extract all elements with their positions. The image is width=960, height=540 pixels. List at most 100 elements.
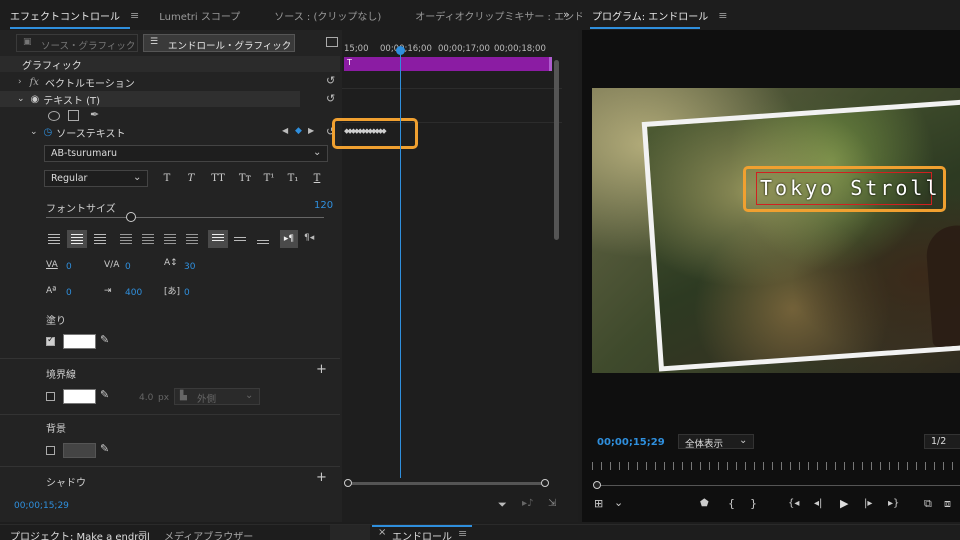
close-icon[interactable]: × [378, 527, 386, 538]
tracking-value[interactable]: 0 [125, 262, 131, 272]
collapse-chevron-icon[interactable]: ⌄ [17, 94, 25, 104]
subtab-source-graphic[interactable]: ▣ ソース・グラフィック [16, 34, 138, 52]
collapse-chevron-icon[interactable]: ⌄ [30, 127, 38, 137]
reset-icon[interactable]: ↺ [326, 92, 335, 105]
underline-button[interactable]: T [308, 173, 326, 184]
graphic-section-header[interactable]: グラフィック [0, 56, 340, 72]
panel-menu-icon[interactable]: ≡ [130, 9, 139, 22]
expand-chevron-icon[interactable]: › [18, 77, 22, 87]
panel-menu-icon[interactable]: ≡ [718, 9, 727, 22]
add-keyframe-icon[interactable]: ◆ [295, 126, 302, 136]
fill-checkbox[interactable] [46, 335, 55, 346]
program-scrub-bar[interactable] [598, 485, 960, 486]
stroke-color-swatch[interactable] [63, 389, 96, 404]
chevron-down-icon[interactable]: ⌄ [614, 496, 623, 509]
all-caps-button[interactable]: TT [206, 173, 230, 184]
insert-icon[interactable]: ⧉ [924, 497, 932, 511]
faux-italic-button[interactable]: T [182, 173, 200, 184]
panel-overflow-icon[interactable]: » [563, 8, 570, 21]
settings-icon[interactable]: ⊞ [594, 497, 603, 510]
eyedropper-icon[interactable]: ✎ [100, 388, 109, 401]
scrub-handle[interactable] [593, 481, 601, 489]
tsume-value[interactable]: 0 [184, 288, 190, 298]
ellipse-mask-icon[interactable] [48, 111, 60, 121]
mark-out-icon[interactable]: } [750, 497, 757, 510]
play-icon[interactable]: ▶ [840, 497, 848, 510]
zoom-dropdown[interactable]: 全体表示 ⌄ [678, 434, 754, 450]
go-to-out-icon[interactable]: ▸} [888, 498, 899, 509]
go-to-in-icon[interactable]: {◂ [788, 498, 799, 509]
subtab-endroll-graphic[interactable]: ☰ エンドロール・グラフィック [143, 34, 295, 52]
fill-color-swatch[interactable] [63, 334, 96, 349]
tab-sequence[interactable]: エンドロール [392, 528, 452, 540]
font-style-dropdown[interactable]: Regular ⌄ [44, 170, 148, 187]
panel-menu-icon[interactable]: ≡ [458, 527, 467, 540]
justify-center-icon[interactable] [142, 234, 154, 244]
resolution-dropdown[interactable]: 1/2 [924, 434, 960, 449]
stroke-width-value[interactable]: 4.0 [139, 393, 153, 403]
rtl-text-icon[interactable]: ¶◂ [304, 233, 314, 243]
rectangle-mask-icon[interactable] [68, 110, 79, 121]
stroke-checkbox[interactable] [46, 392, 55, 401]
filter-icon[interactable]: ⏷ [498, 498, 507, 512]
pen-mask-icon[interactable]: ✒ [90, 108, 99, 121]
mark-in-icon[interactable]: { [728, 497, 735, 510]
tab-media-browser[interactable]: メディアブラウザー [164, 528, 253, 540]
background-color-swatch[interactable] [63, 443, 96, 458]
stroke-position-dropdown[interactable]: ▙ 外側 ⌄ [174, 388, 260, 405]
zoom-bar[interactable] [346, 482, 546, 485]
vector-motion-row[interactable]: › fx ベクトルモーション [0, 74, 340, 90]
step-forward-icon[interactable]: |▸ [864, 498, 872, 509]
stopwatch-icon[interactable]: ◷ [44, 127, 53, 138]
ltr-text-button[interactable]: ▸¶ [280, 230, 298, 248]
vertical-scrollbar[interactable] [554, 60, 559, 240]
program-ruler-ticks[interactable] [592, 462, 960, 470]
tab-source[interactable]: ソース : (クリップなし) [264, 8, 391, 23]
superscript-button[interactable]: T¹ [260, 173, 278, 184]
background-checkbox[interactable] [46, 446, 55, 455]
source-text-row[interactable]: ⌄ ◷ ソーステキスト [0, 124, 300, 140]
justify-right-icon[interactable] [164, 234, 176, 244]
clip-bar[interactable]: T [344, 57, 552, 71]
step-back-icon[interactable]: ◂| [814, 498, 822, 509]
eyedropper-icon[interactable]: ✎ [100, 333, 109, 346]
subscript-button[interactable]: T₁ [284, 173, 302, 184]
font-size-value[interactable]: 120 [314, 200, 333, 211]
program-timecode[interactable]: 00;00;15;29 [597, 437, 665, 448]
tab-width-value[interactable]: 400 [125, 288, 142, 298]
align-bottom-icon[interactable] [257, 240, 269, 246]
faux-bold-button[interactable]: T [158, 173, 176, 184]
panel-layout-icon[interactable] [326, 37, 338, 47]
next-keyframe-icon[interactable]: ▶ [308, 126, 314, 135]
add-marker-icon[interactable]: ⬟ [700, 498, 709, 509]
tab-lumetri-scopes[interactable]: Lumetri スコープ [149, 8, 250, 23]
leading-value[interactable]: 30 [184, 262, 195, 272]
visibility-eye-icon[interactable]: ◉ [31, 94, 40, 105]
align-middle-icon[interactable] [234, 237, 246, 243]
overwrite-icon[interactable]: ⧈ [944, 497, 951, 511]
eyedropper-icon[interactable]: ✎ [100, 442, 109, 455]
tab-project[interactable]: プロジェクト: Make a endroll [10, 528, 150, 540]
panel-menu-icon[interactable]: ≡ [138, 527, 147, 540]
add-shadow-icon[interactable]: + [316, 470, 327, 485]
zoom-handle-right[interactable] [541, 479, 549, 487]
current-time[interactable]: 00;00;15;29 [14, 501, 69, 511]
align-left-icon[interactable] [48, 234, 60, 244]
playhead-handle[interactable] [396, 46, 405, 55]
zoom-handle-left[interactable] [344, 479, 352, 487]
text-layer-row[interactable]: ⌄ ◉ テキスト (T) [0, 91, 300, 107]
font-size-slider-track[interactable] [46, 217, 324, 218]
justify-all-icon[interactable] [186, 234, 198, 244]
align-right-icon[interactable] [94, 234, 106, 244]
justify-left-icon[interactable] [120, 234, 132, 244]
add-stroke-icon[interactable]: + [316, 362, 327, 377]
tab-program[interactable]: プログラム: エンドロール [582, 8, 718, 23]
small-caps-button[interactable]: Tт [234, 173, 256, 184]
prev-keyframe-icon[interactable]: ◀ [282, 126, 288, 135]
baseline-shift-value[interactable]: 0 [66, 288, 72, 298]
font-size-slider-thumb[interactable] [126, 212, 136, 222]
font-family-dropdown[interactable]: AB-tsurumaru ⌄ [44, 145, 328, 162]
timeline-ruler[interactable]: 15;00 00;00;16;00 00;00;17;00 00;00;18;0… [342, 40, 562, 56]
audio-play-icon[interactable]: ▸♪ [522, 498, 533, 509]
export-icon[interactable]: ⇲ [548, 498, 556, 509]
